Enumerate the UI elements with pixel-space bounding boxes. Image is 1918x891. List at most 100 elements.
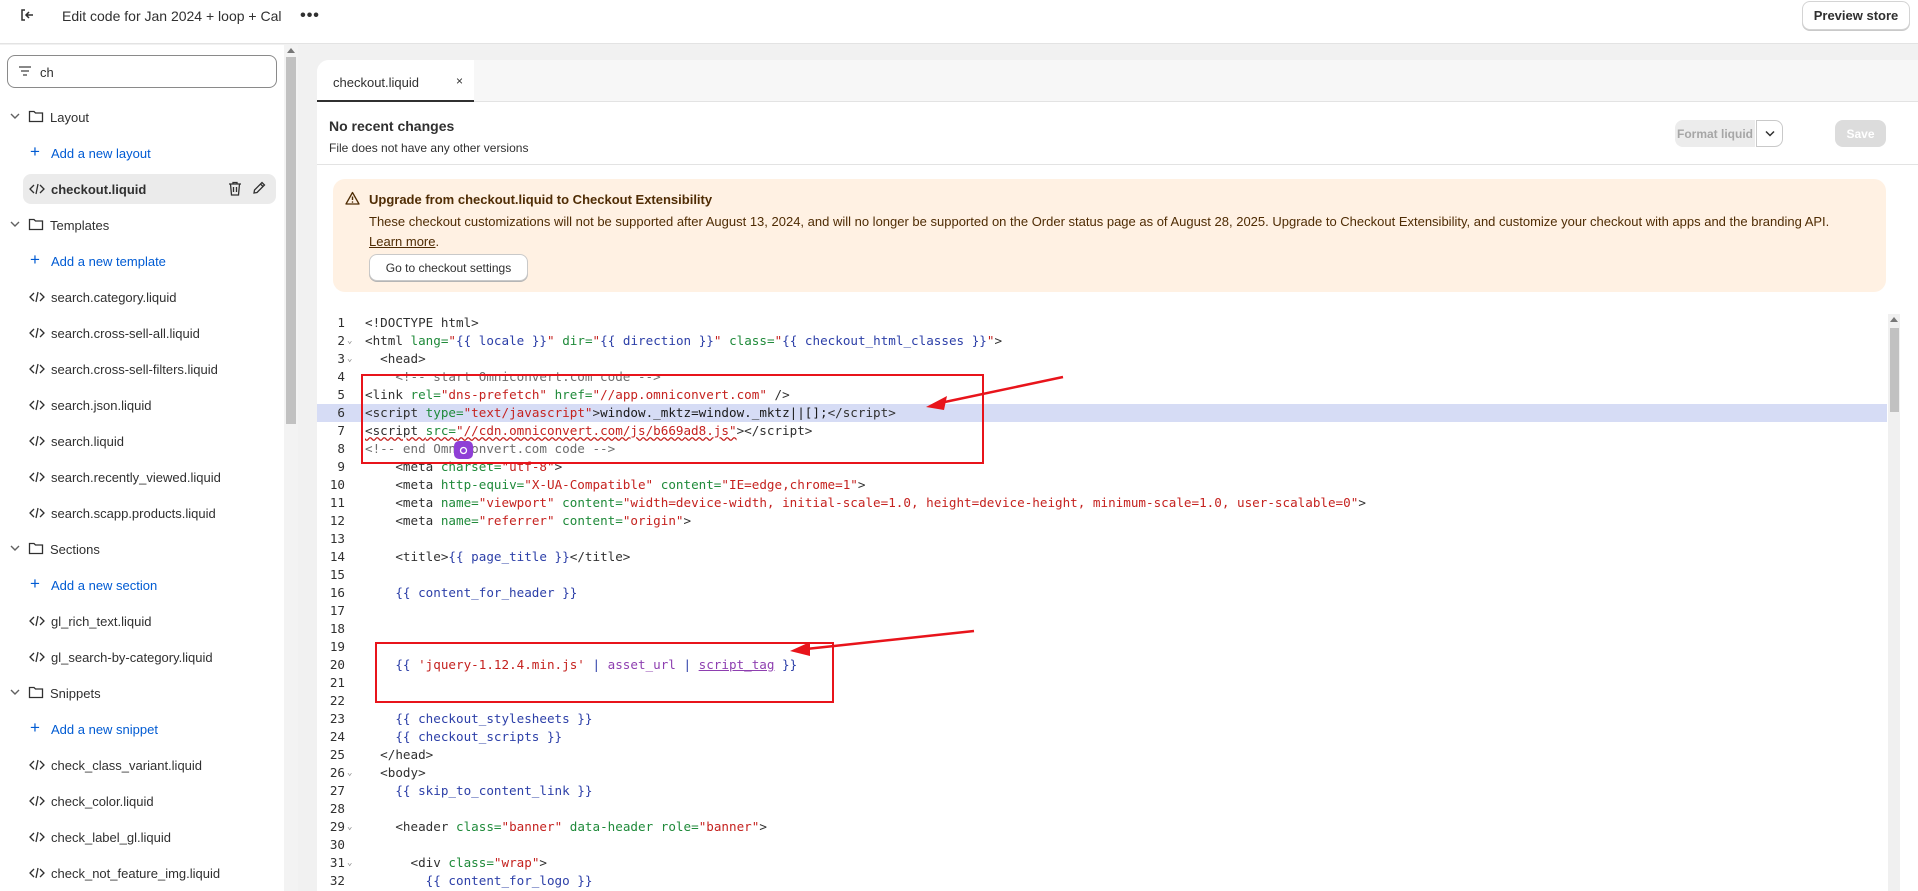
folder-icon — [28, 218, 44, 231]
code-icon — [29, 615, 45, 627]
line-number: 20 — [329, 657, 345, 672]
file-label: search.category.liquid — [51, 290, 177, 305]
folder-templates[interactable]: Templates — [0, 210, 290, 240]
line-number: 23 — [329, 711, 345, 726]
folder-layout[interactable]: Layout — [0, 102, 290, 132]
code-line: 13 — [317, 530, 1887, 548]
add-layout-link[interactable]: + Add a new layout — [0, 138, 290, 168]
line-number: 19 — [329, 639, 345, 654]
add-template-link[interactable]: + Add a new template — [0, 246, 290, 276]
fold-icon[interactable]: ⌄ — [347, 350, 352, 368]
fold-icon[interactable]: ⌄ — [347, 818, 352, 836]
add-snippet-link[interactable]: + Add a new snippet — [0, 714, 290, 744]
line-number: 21 — [329, 675, 345, 690]
file-label: search.recently_viewed.liquid — [51, 470, 221, 485]
file-item[interactable]: search.json.liquid — [0, 390, 290, 420]
status-title: No recent changes — [329, 118, 455, 134]
line-number: 29 — [329, 819, 345, 834]
editor-scroll-thumb[interactable] — [1890, 328, 1899, 412]
file-label: check_label_gl.liquid — [51, 830, 171, 845]
file-item[interactable]: check_color.liquid — [0, 786, 290, 816]
plus-icon: + — [30, 250, 40, 269]
close-icon[interactable]: × — [456, 74, 463, 88]
code-icon — [29, 867, 45, 879]
preview-store-button[interactable]: Preview store — [1802, 1, 1910, 30]
trash-icon[interactable] — [228, 181, 242, 196]
code-icon — [29, 471, 45, 483]
editor-panel: checkout.liquid × No recent changes File… — [317, 60, 1918, 891]
line-number: 16 — [329, 585, 345, 600]
code-line: 32 {{ content_for_logo }} — [317, 872, 1887, 890]
file-item[interactable]: gl_rich_text.liquid — [0, 606, 290, 636]
code-line: 26 ⌄ <body> — [317, 764, 1887, 782]
fold-icon[interactable]: ⌄ — [347, 332, 352, 350]
scroll-up-arrow[interactable] — [1890, 317, 1898, 322]
format-options-button[interactable] — [1756, 120, 1783, 147]
file-label: search.json.liquid — [51, 398, 152, 413]
add-section-link[interactable]: + Add a new section — [0, 570, 290, 600]
plus-icon: + — [30, 574, 40, 593]
code-text: </head> — [365, 747, 434, 762]
file-item[interactable]: check_label_gl.liquid — [0, 822, 290, 852]
line-number: 6 — [337, 405, 345, 420]
line-number: 27 — [329, 783, 345, 798]
file-item[interactable]: search.scapp.products.liquid — [0, 498, 290, 528]
file-label: checkout.liquid — [51, 182, 147, 197]
go-to-checkout-settings-button[interactable]: Go to checkout settings — [369, 254, 528, 281]
folder-sections[interactable]: Sections — [0, 534, 290, 564]
tab-label: checkout.liquid — [333, 75, 419, 90]
code-icon — [29, 183, 45, 195]
scroll-up-arrow[interactable] — [287, 48, 295, 53]
code-text: <meta name="referrer" content="origin"> — [365, 513, 692, 528]
code-text: <header class="banner" data-header role=… — [365, 819, 767, 834]
fold-icon[interactable]: ⌄ — [347, 764, 352, 782]
pointer-icon — [459, 446, 468, 454]
fold-icon[interactable]: ⌄ — [347, 854, 352, 872]
code-line: 16 {{ content_for_header }} — [317, 584, 1887, 602]
theme-title: Edit code for Jan 2024 + loop + Cal — [62, 8, 282, 24]
code-line: 17 — [317, 602, 1887, 620]
line-number: 13 — [329, 531, 345, 546]
line-number: 3 — [337, 351, 345, 366]
code-line: 24 {{ checkout_scripts }} — [317, 728, 1887, 746]
line-number: 15 — [329, 567, 345, 582]
file-item[interactable]: search.category.liquid — [0, 282, 290, 312]
line-number: 18 — [329, 621, 345, 636]
file-item[interactable]: gl_search-by-category.liquid — [0, 642, 290, 672]
file-search-box[interactable] — [7, 55, 277, 88]
format-liquid-button[interactable]: Format liquid — [1675, 120, 1755, 147]
more-actions-button[interactable]: ••• — [298, 6, 322, 26]
exit-button[interactable] — [16, 4, 38, 26]
line-number: 28 — [329, 801, 345, 816]
code-icon — [29, 651, 45, 663]
save-button[interactable]: Save — [1835, 120, 1886, 147]
folder-snippets[interactable]: Snippets — [0, 678, 290, 708]
pencil-icon[interactable] — [252, 181, 266, 195]
file-item[interactable]: search.cross-sell-all.liquid — [0, 318, 290, 348]
file-item[interactable]: search.recently_viewed.liquid — [0, 462, 290, 492]
file-item[interactable]: search.liquid — [0, 426, 290, 456]
code-line: 2 ⌄ <html lang="{{ locale }}" dir="{{ dire… — [317, 332, 1887, 350]
file-item[interactable]: check_class_variant.liquid — [0, 750, 290, 780]
folder-label: Layout — [50, 110, 90, 125]
file-item[interactable]: search.cross-sell-filters.liquid — [0, 354, 290, 384]
line-number: 7 — [337, 423, 345, 438]
code-text: <meta name="viewport" content="width=dev… — [365, 495, 1366, 510]
line-number: 5 — [337, 387, 345, 402]
code-text: <div class="wrap"> — [365, 855, 547, 870]
file-label: search.scapp.products.liquid — [51, 506, 216, 521]
file-item[interactable]: check_not_feature_img.liquid — [0, 858, 290, 888]
file-label: check_not_feature_img.liquid — [51, 866, 221, 881]
tab-checkout-liquid[interactable]: checkout.liquid × — [317, 60, 474, 102]
code-icon — [29, 399, 45, 411]
code-line: 29 ⌄ <header class="banner" data-header r… — [317, 818, 1887, 836]
editor-tabs: checkout.liquid × — [317, 60, 1918, 102]
banner-body: These checkout customizations will not b… — [369, 212, 1859, 252]
file-label: check_color.liquid — [51, 794, 154, 809]
file-search-input[interactable] — [40, 62, 260, 82]
sidebar-scroll-thumb[interactable] — [286, 57, 296, 424]
code-text: <html lang="{{ locale }}" dir="{{ direct… — [365, 333, 1003, 348]
learn-more-link[interactable]: Learn more — [369, 234, 435, 249]
file-checkout-liquid[interactable]: checkout.liquid — [23, 174, 276, 204]
filter-icon — [19, 66, 31, 76]
